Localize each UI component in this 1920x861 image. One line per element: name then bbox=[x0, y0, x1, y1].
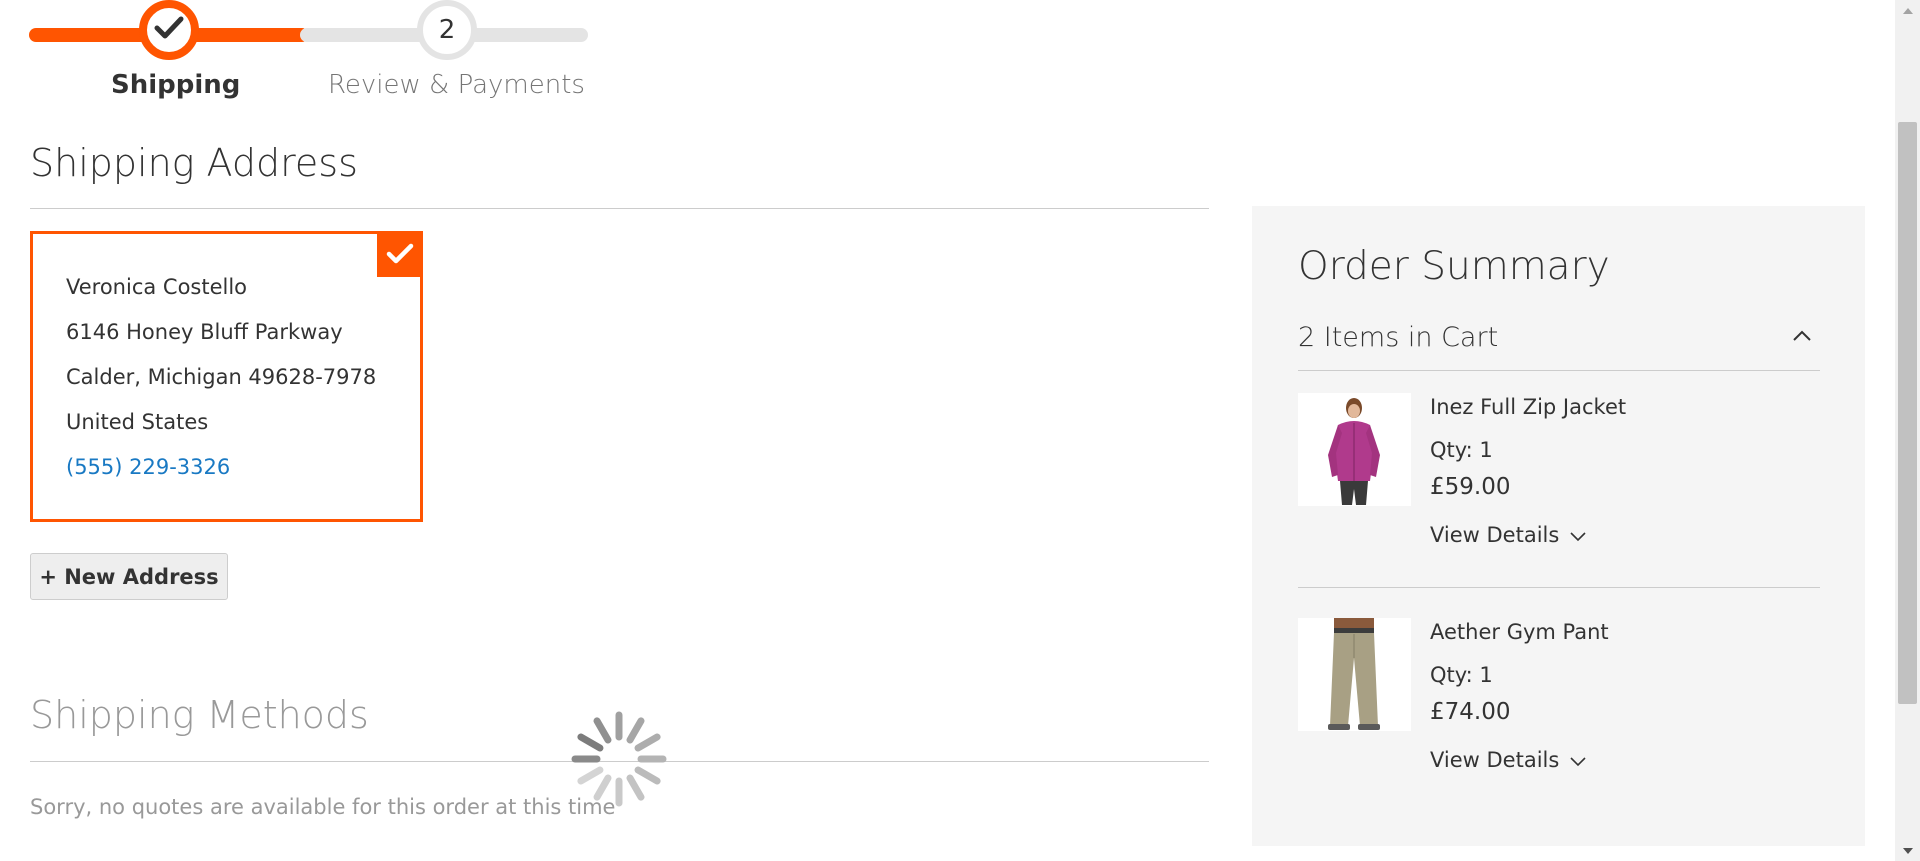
step-shipping-indicator[interactable] bbox=[139, 0, 199, 60]
scrollbar-thumb[interactable] bbox=[1898, 122, 1917, 704]
product-price: £74.00 bbox=[1430, 699, 1511, 725]
address-name: Veronica Costello bbox=[66, 275, 248, 299]
view-details-toggle[interactable]: View Details bbox=[1430, 523, 1587, 547]
product-image-jacket[interactable] bbox=[1298, 393, 1411, 506]
step-shipping-label[interactable]: Shipping bbox=[111, 70, 240, 100]
items-in-cart-toggle[interactable]: 2 Items in Cart bbox=[1298, 322, 1498, 353]
shipping-address-card[interactable]: Veronica Costello 6146 Honey Bluff Parkw… bbox=[30, 231, 423, 522]
divider bbox=[1298, 587, 1820, 588]
checkmark-icon bbox=[154, 15, 184, 45]
shipping-methods-title: Shipping Methods bbox=[30, 693, 369, 737]
address-city: Calder, Michigan 49628-7978 bbox=[66, 365, 377, 389]
step-review-label: Review & Payments bbox=[328, 70, 585, 100]
divider bbox=[1298, 370, 1820, 371]
no-quotes-message: Sorry, no quotes are available for this … bbox=[30, 795, 616, 819]
chevron-up-icon[interactable] bbox=[1790, 324, 1814, 348]
step-number: 2 bbox=[438, 15, 456, 45]
view-details-label: View Details bbox=[1430, 523, 1560, 547]
product-image-pant[interactable] bbox=[1298, 618, 1411, 731]
chevron-down-icon bbox=[1569, 523, 1587, 547]
scroll-down-arrow-icon[interactable] bbox=[1898, 842, 1917, 859]
order-summary-panel: Order Summary 2 Items in Cart Inez Full … bbox=[1252, 206, 1865, 846]
product-name: Aether Gym Pant bbox=[1430, 620, 1609, 644]
scroll-up-arrow-icon[interactable] bbox=[1898, 2, 1917, 19]
chevron-down-icon bbox=[1569, 748, 1587, 772]
new-address-button[interactable]: + New Address bbox=[30, 553, 228, 600]
product-price: £59.00 bbox=[1430, 474, 1511, 500]
loading-spinner-icon bbox=[567, 707, 671, 811]
product-name: Inez Full Zip Jacket bbox=[1430, 395, 1627, 419]
selected-checkmark-icon bbox=[377, 231, 423, 277]
product-qty: Qty: 1 bbox=[1430, 438, 1493, 462]
step-review-indicator: 2 bbox=[417, 0, 477, 60]
address-street: 6146 Honey Bluff Parkway bbox=[66, 320, 343, 344]
shipping-address-title: Shipping Address bbox=[30, 141, 358, 185]
product-qty: Qty: 1 bbox=[1430, 663, 1493, 687]
view-details-toggle[interactable]: View Details bbox=[1430, 748, 1587, 772]
order-summary-title: Order Summary bbox=[1298, 244, 1610, 289]
divider bbox=[30, 208, 1209, 209]
view-details-label: View Details bbox=[1430, 748, 1560, 772]
address-country: United States bbox=[66, 410, 209, 434]
address-phone-link[interactable]: (555) 229-3326 bbox=[66, 455, 230, 479]
